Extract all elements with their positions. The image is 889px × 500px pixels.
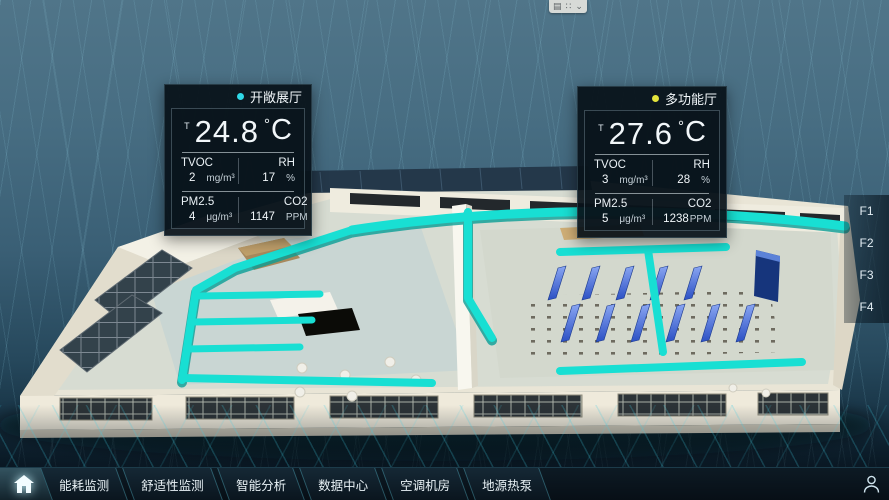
tab-label: 能耗监测 xyxy=(59,475,109,494)
degree-symbol: ° xyxy=(678,118,684,135)
co2-unit: PPM xyxy=(690,214,712,225)
status-dot-icon xyxy=(652,95,659,102)
tvoc-unit: mg/m³ xyxy=(619,175,647,186)
pm25-metric: PM2.5 5 μg/m³ xyxy=(585,198,654,225)
bottom-nav-bar: 能耗监测 舒适性监测 智能分析 数据中心 空调机房 地源热泵 xyxy=(0,467,889,500)
dashboard-stage: 开敞展厅 T 24.8 ° C TVOC 2 mg/m³ RH 17% xyxy=(0,0,889,500)
tvoc-rh-row: TVOC 2 mg/m³ RH 17% xyxy=(172,153,304,189)
tvoc-unit: mg/m³ xyxy=(206,173,234,184)
degree-symbol: ° xyxy=(264,116,270,133)
sensor-panel-multifunction-hall: 多功能厅 T 27.6 ° C TVOC 3 mg/m³ RH 28% xyxy=(577,86,727,238)
panel-title: 开敞展厅 xyxy=(250,87,302,106)
rh-value: 17 xyxy=(262,172,275,184)
divider xyxy=(238,158,239,184)
floor-button-strip: F1 F2 F3 F4 xyxy=(844,195,889,323)
pm25-metric: PM2.5 4 μg/m³ xyxy=(172,196,241,223)
tab-label: 数据中心 xyxy=(318,475,368,494)
status-dot-icon xyxy=(237,93,244,100)
temp-unit: C xyxy=(685,118,706,147)
tab-ground-source-heat-pump[interactable]: 地源热泵 xyxy=(463,468,551,500)
temp-unit: C xyxy=(271,116,292,145)
temp-label: T xyxy=(598,123,604,133)
temp-label: T xyxy=(184,121,190,131)
nav-tabs: 能耗监测 舒适性监测 智能分析 数据中心 空调机房 地源热泵 xyxy=(46,468,545,500)
pm25-label: PM2.5 xyxy=(181,196,232,208)
tab-ac-machine-room[interactable]: 空调机房 xyxy=(381,468,469,500)
rh-value: 28 xyxy=(677,174,690,186)
divider xyxy=(652,160,653,186)
rh-metric: RH 28% xyxy=(657,159,719,186)
co2-label: CO2 xyxy=(250,196,307,208)
tab-label: 舒适性监测 xyxy=(141,475,204,494)
viewer-mini-toolbar: ▤ ∷ ⌄ xyxy=(549,0,587,13)
tab-label: 空调机房 xyxy=(400,475,450,494)
tvoc-rh-row: TVOC 3 mg/m³ RH 28% xyxy=(585,155,719,191)
panel-title: 多功能厅 xyxy=(665,89,717,108)
rh-metric: RH 17% xyxy=(244,157,304,184)
tab-energy-monitoring[interactable]: 能耗监测 xyxy=(40,468,128,500)
pm25-label: PM2.5 xyxy=(594,198,645,210)
co2-metric: CO2 1238PPM xyxy=(654,198,720,225)
tab-smart-analysis[interactable]: 智能分析 xyxy=(217,468,305,500)
pm25-value: 4 xyxy=(189,211,195,223)
tab-label: 地源热泵 xyxy=(482,475,532,494)
tvoc-metric: TVOC 2 mg/m³ xyxy=(172,157,244,184)
co2-label: CO2 xyxy=(663,198,711,210)
temperature-reading: T 27.6 ° C xyxy=(585,111,719,152)
tvoc-value: 2 xyxy=(189,172,195,184)
tvoc-label: TVOC xyxy=(181,157,235,169)
pm-co2-row: PM2.5 5 μg/m³ CO2 1238PPM xyxy=(585,194,719,230)
tab-label: 智能分析 xyxy=(236,475,286,494)
temperature-reading: T 24.8 ° C xyxy=(172,109,304,150)
divider xyxy=(652,199,653,225)
chevron-down-icon[interactable]: ⌄ xyxy=(575,2,583,11)
panel-title-row: 开敞展厅 xyxy=(165,85,311,108)
panel-title-row: 多功能厅 xyxy=(578,87,726,110)
panel-body: T 27.6 ° C TVOC 3 mg/m³ RH 28% xyxy=(584,110,720,231)
user-button[interactable] xyxy=(859,472,883,496)
user-icon xyxy=(863,475,880,493)
divider xyxy=(238,197,239,223)
tvoc-label: TVOC xyxy=(594,159,648,171)
rh-label: RH xyxy=(253,157,295,169)
rh-unit: % xyxy=(286,173,295,184)
temp-value: 24.8 xyxy=(195,116,259,147)
co2-unit: PPM xyxy=(286,212,308,223)
co2-value: 1147 xyxy=(250,211,275,223)
floor-button-f1[interactable]: F1 xyxy=(844,195,889,227)
grid-icon[interactable]: ∷ xyxy=(566,2,572,11)
co2-metric: CO2 1147 PPM xyxy=(241,196,316,223)
co2-value: 1238 xyxy=(663,213,689,225)
floor-button-f2[interactable]: F2 xyxy=(844,227,889,259)
floor-button-f4[interactable]: F4 xyxy=(844,291,889,323)
rh-label: RH xyxy=(666,159,710,171)
floor-button-f3[interactable]: F3 xyxy=(844,259,889,291)
layers-icon[interactable]: ▤ xyxy=(553,2,562,11)
pm25-unit: μg/m³ xyxy=(206,212,232,223)
tvoc-value: 3 xyxy=(602,174,608,186)
pm25-unit: μg/m³ xyxy=(619,214,645,225)
temp-value: 27.6 xyxy=(609,118,673,149)
tab-data-center[interactable]: 数据中心 xyxy=(299,468,387,500)
rh-unit: % xyxy=(701,175,710,186)
tab-comfort-monitoring[interactable]: 舒适性监测 xyxy=(122,468,222,500)
pm-co2-row: PM2.5 4μg/m³ CO2 1147PPM xyxy=(172,192,304,228)
sensor-panel-open-hall: 开敞展厅 T 24.8 ° C TVOC 2 mg/m³ RH 17% xyxy=(164,84,312,236)
building-3d-view[interactable] xyxy=(0,0,889,500)
panel-body: T 24.8 ° C TVOC 2 mg/m³ RH 17% xyxy=(171,108,305,229)
tvoc-metric: TVOC 3 mg/m³ xyxy=(585,159,657,186)
home-icon xyxy=(14,475,34,493)
pm25-value: 5 xyxy=(602,213,608,225)
